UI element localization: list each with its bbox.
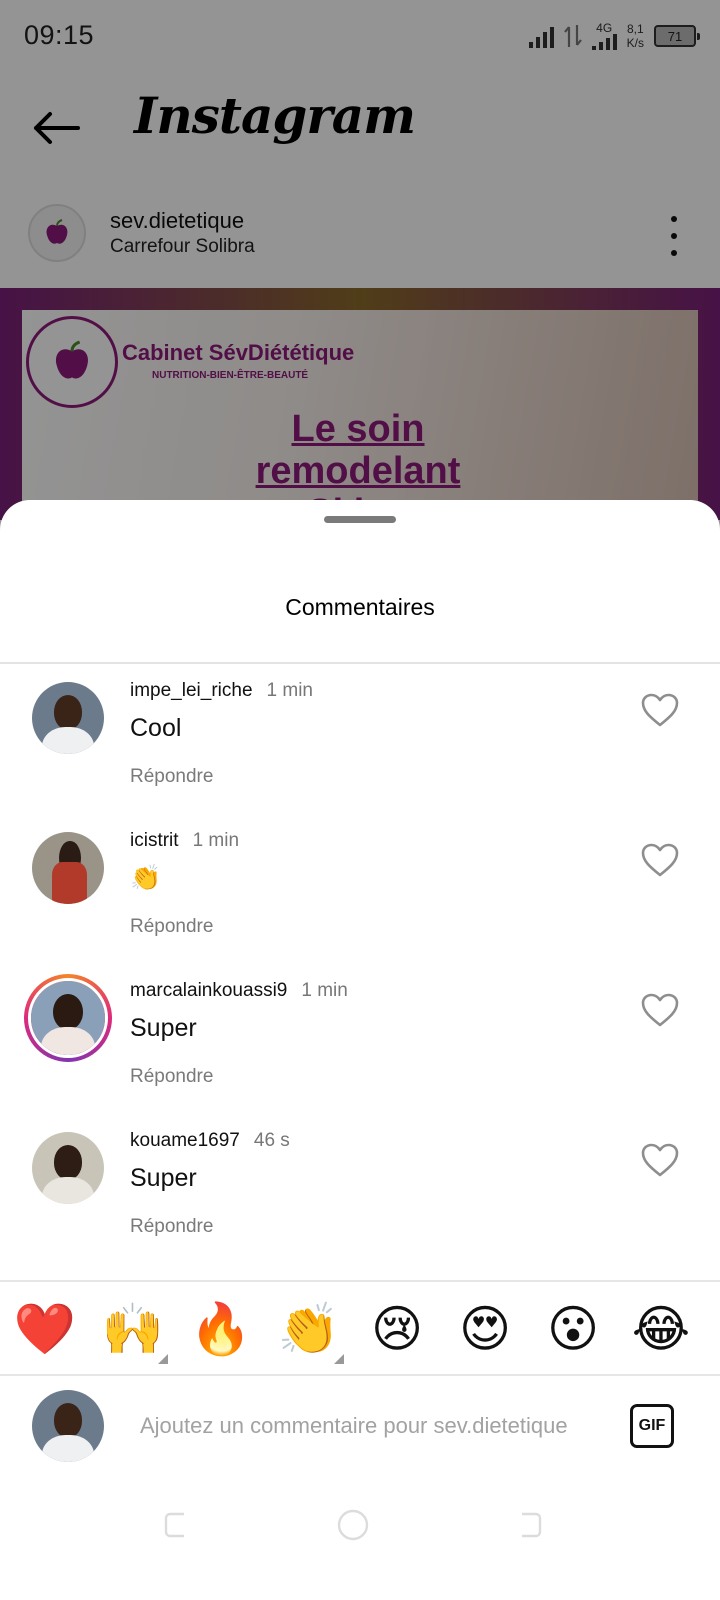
heart-outline-icon[interactable] <box>640 1142 680 1178</box>
system-navigation-bar <box>0 1498 720 1568</box>
comment-time: 46 s <box>253 1130 290 1151</box>
reaction-heart-eyes[interactable]: 😍 <box>450 1294 520 1364</box>
comment-item: marcalainkouassi9 1 min Super Répondre <box>0 970 720 1120</box>
reply-button[interactable]: Répondre <box>130 1216 213 1238</box>
commenter-username[interactable]: marcalainkouassi9 <box>130 980 287 1002</box>
divider <box>0 662 720 664</box>
skin-tone-indicator <box>158 1354 168 1364</box>
comment-time: 1 min <box>301 980 348 1001</box>
commenter-username[interactable]: icistrit <box>130 830 179 852</box>
reply-button[interactable]: Répondre <box>130 1066 213 1088</box>
back-nav-icon[interactable] <box>512 1508 546 1542</box>
comment-text: Super <box>130 1164 197 1192</box>
heart-outline-icon[interactable] <box>640 992 680 1028</box>
comment-text: Cool <box>130 714 182 742</box>
comment-composer: GIF <box>0 1378 720 1478</box>
comment-item: icistrit 1 min 👏 Répondre <box>0 820 720 970</box>
heart-outline-icon[interactable] <box>640 692 680 728</box>
sheet-title: Commentaires <box>285 594 435 620</box>
reply-button[interactable]: Répondre <box>130 916 213 938</box>
comments-sheet: Commentaires impe_lei_riche 1 min Cool R… <box>0 500 720 1600</box>
reply-button[interactable]: Répondre <box>130 766 213 788</box>
comment-text: 👏 <box>130 864 162 892</box>
commenter-avatar-story-ring[interactable] <box>24 974 112 1062</box>
comment-text: Super <box>130 1014 197 1042</box>
commenter-avatar[interactable] <box>32 1132 104 1204</box>
current-user-avatar <box>32 1390 104 1462</box>
home-icon[interactable] <box>336 1508 370 1542</box>
reaction-surprised[interactable]: 😮 <box>538 1294 608 1364</box>
sheet-drag-handle[interactable] <box>324 516 396 523</box>
reaction-heart[interactable]: ❤️ <box>10 1294 80 1364</box>
quick-reactions-bar: ❤️ 🙌 🔥 👏 😢 😍 😮 😂 <box>0 1280 720 1376</box>
reaction-fire[interactable]: 🔥 <box>186 1294 256 1364</box>
comment-time: 1 min <box>266 680 313 701</box>
comment-list[interactable]: impe_lei_riche 1 min Cool Répondre icist… <box>0 670 720 1290</box>
reaction-laughing[interactable]: 😂 <box>626 1294 696 1364</box>
commenter-avatar[interactable] <box>32 832 104 904</box>
recent-apps-icon[interactable] <box>160 1508 194 1542</box>
comment-item: impe_lei_riche 1 min Cool Répondre <box>0 670 720 820</box>
commenter-username[interactable]: kouame1697 <box>130 1130 240 1152</box>
gif-icon: GIF <box>638 1417 666 1434</box>
reaction-crying[interactable]: 😢 <box>362 1294 432 1364</box>
commenter-avatar[interactable] <box>32 682 104 754</box>
comment-item: kouame1697 46 s Super Répondre <box>0 1120 720 1270</box>
gif-button[interactable]: GIF <box>630 1404 674 1448</box>
comment-input[interactable] <box>140 1404 610 1448</box>
commenter-username[interactable]: impe_lei_riche <box>130 680 253 702</box>
heart-outline-icon[interactable] <box>640 842 680 878</box>
comment-time: 1 min <box>192 830 240 851</box>
skin-tone-indicator <box>334 1354 344 1364</box>
